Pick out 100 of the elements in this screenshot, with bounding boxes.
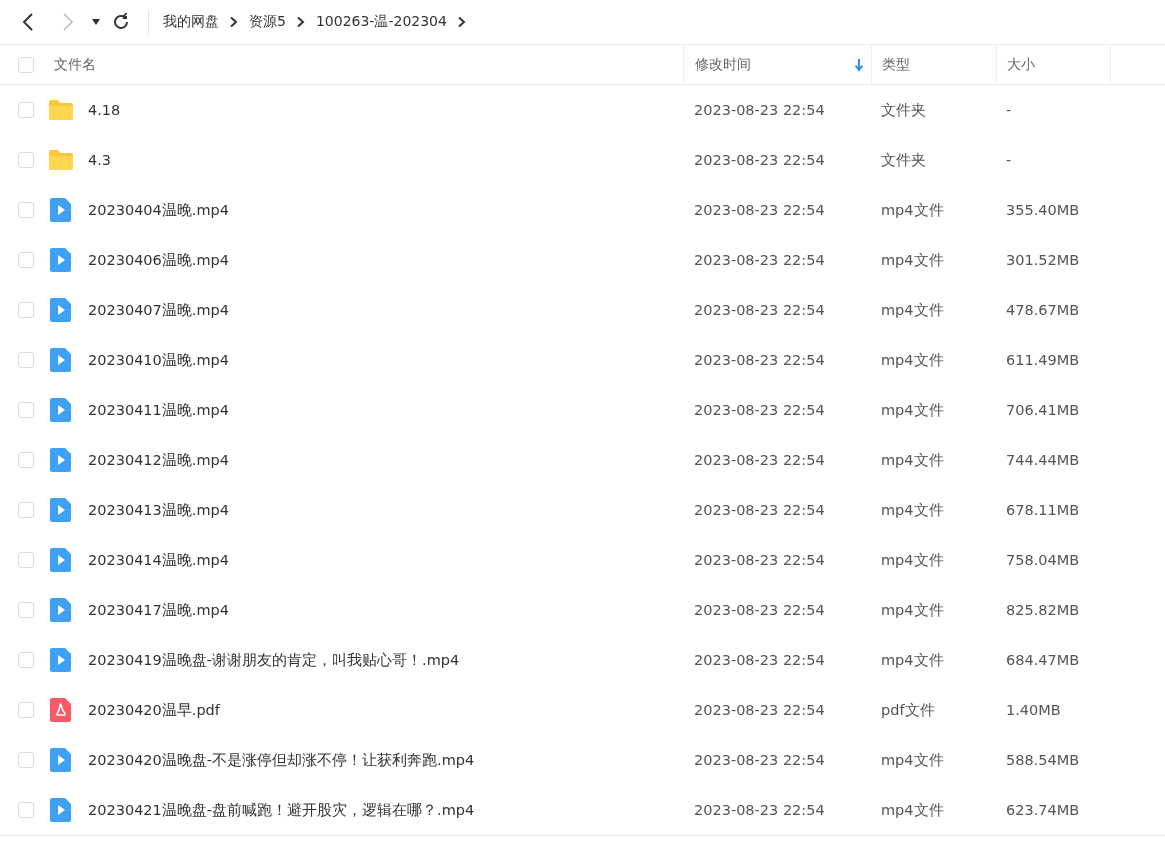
- modified-time: 2023-08-23 22:54: [694, 352, 825, 368]
- file-type: mp4文件: [881, 450, 944, 470]
- file-size: -: [1006, 152, 1012, 168]
- file-type: mp4文件: [881, 400, 944, 420]
- file-size: 678.11MB: [1006, 502, 1080, 518]
- file-type: mp4文件: [881, 650, 944, 670]
- file-name[interactable]: 4.3: [88, 152, 112, 168]
- caret-down-icon[interactable]: [91, 18, 101, 26]
- checkbox[interactable]: [18, 502, 34, 518]
- video-file-icon: [48, 447, 74, 473]
- file-name[interactable]: 20230419温晚盘-谢谢朋友的肯定，叫我贴心哥！.mp4: [88, 650, 460, 670]
- video-file-icon: [48, 197, 74, 223]
- sort-arrow-icon[interactable]: [854, 58, 864, 72]
- modified-time: 2023-08-23 22:54: [694, 452, 825, 468]
- video-file-icon: [48, 247, 74, 273]
- checkbox[interactable]: [18, 752, 34, 768]
- file-name[interactable]: 20230420温早.pdf: [88, 700, 220, 720]
- file-name[interactable]: 20230404温晚.mp4: [88, 200, 229, 220]
- file-name[interactable]: 20230420温晚盘-不是涨停但却涨不停！让获利奔跑.mp4: [88, 750, 475, 770]
- file-name[interactable]: 4.18: [88, 102, 121, 118]
- modified-time: 2023-08-23 22:54: [694, 752, 825, 768]
- checkbox[interactable]: [18, 202, 34, 218]
- chevron-right-icon: [229, 16, 239, 28]
- modified-time: 2023-08-23 22:54: [694, 152, 825, 168]
- modified-time: 2023-08-23 22:54: [694, 552, 825, 568]
- file-type: mp4文件: [881, 250, 944, 270]
- pdf-file-icon: [48, 697, 74, 723]
- file-name[interactable]: 20230411温晚.mp4: [88, 400, 229, 420]
- modified-time: 2023-08-23 22:54: [694, 252, 825, 268]
- file-type: mp4文件: [881, 300, 944, 320]
- file-name[interactable]: 20230406温晚.mp4: [88, 250, 229, 270]
- column-header[interactable]: 类型: [871, 46, 996, 84]
- column-header[interactable]: 大小: [996, 46, 1110, 84]
- video-file-icon: [48, 347, 74, 373]
- breadcrumb-link[interactable]: 100263-温-202304: [315, 13, 447, 31]
- file-type: mp4文件: [881, 200, 944, 220]
- column-header[interactable]: 文件名: [54, 46, 683, 84]
- folder-icon: [48, 147, 74, 173]
- checkbox[interactable]: [18, 352, 34, 368]
- checkbox[interactable]: [18, 402, 34, 418]
- chevron-right-icon: [456, 16, 467, 28]
- modified-time: 2023-08-23 22:54: [694, 702, 825, 718]
- file-name[interactable]: 20230412温晚.mp4: [88, 450, 229, 470]
- video-file-icon: [48, 647, 74, 673]
- checkbox[interactable]: [18, 252, 34, 268]
- checkbox[interactable]: [18, 57, 34, 73]
- file-type: mp4文件: [881, 350, 944, 370]
- chevron-right-icon: [295, 16, 306, 28]
- file-type: mp4文件: [881, 550, 944, 570]
- file-type: mp4文件: [881, 800, 944, 820]
- file-size: -: [1006, 102, 1012, 118]
- video-file-icon: [48, 397, 74, 423]
- breadcrumb-link[interactable]: 资源5: [249, 13, 286, 31]
- file-size: 588.54MB: [1006, 752, 1080, 768]
- video-file-icon: [48, 497, 74, 523]
- checkbox[interactable]: [18, 452, 34, 468]
- video-file-icon: [48, 597, 74, 623]
- file-size: 706.41MB: [1006, 402, 1080, 418]
- checkbox[interactable]: [18, 302, 34, 318]
- file-size: 355.40MB: [1006, 202, 1080, 218]
- file-type: mp4文件: [881, 600, 944, 620]
- file-name[interactable]: 20230421温晚盘-盘前喊跑！避开股灾，逻辑在哪？.mp4: [88, 800, 475, 820]
- checkbox[interactable]: [18, 602, 34, 618]
- video-file-icon: [48, 297, 74, 323]
- file-type: mp4文件: [881, 500, 944, 520]
- file-size: 611.49MB: [1006, 352, 1080, 368]
- file-type: 文件夹: [881, 100, 926, 120]
- file-size: 623.74MB: [1006, 802, 1080, 818]
- file-name[interactable]: 20230413温晚.mp4: [88, 500, 229, 520]
- folder-icon: [48, 97, 74, 123]
- modified-time: 2023-08-23 22:54: [694, 202, 825, 218]
- file-name[interactable]: 20230417温晚.mp4: [88, 600, 229, 620]
- file-name[interactable]: 20230407温晚.mp4: [88, 300, 229, 320]
- video-file-icon: [48, 797, 74, 823]
- checkbox[interactable]: [18, 552, 34, 568]
- column-header[interactable]: 修改时间: [683, 46, 871, 84]
- modified-time: 2023-08-23 22:54: [694, 802, 825, 818]
- file-size: 825.82MB: [1006, 602, 1080, 618]
- modified-time: 2023-08-23 22:54: [694, 102, 825, 118]
- checkbox[interactable]: [18, 702, 34, 718]
- modified-time: 2023-08-23 22:54: [694, 602, 825, 618]
- checkbox[interactable]: [18, 102, 34, 118]
- checkbox[interactable]: [18, 652, 34, 668]
- file-size: 744.44MB: [1006, 452, 1080, 468]
- file-size: 478.67MB: [1006, 302, 1080, 318]
- video-file-icon: [48, 747, 74, 773]
- file-type: 文件夹: [881, 150, 926, 170]
- file-size: 684.47MB: [1006, 652, 1080, 668]
- file-type: pdf文件: [881, 700, 935, 720]
- video-file-icon: [48, 547, 74, 573]
- breadcrumb-link[interactable]: 我的网盘: [163, 13, 219, 31]
- modified-time: 2023-08-23 22:54: [694, 302, 825, 318]
- modified-time: 2023-08-23 22:54: [694, 502, 825, 518]
- modified-time: 2023-08-23 22:54: [694, 652, 825, 668]
- checkbox[interactable]: [18, 802, 34, 818]
- checkbox[interactable]: [18, 152, 34, 168]
- file-size: 758.04MB: [1006, 552, 1080, 568]
- file-size: 1.40MB: [1006, 702, 1061, 718]
- file-name[interactable]: 20230410温晚.mp4: [88, 350, 229, 370]
- file-name[interactable]: 20230414温晚.mp4: [88, 550, 229, 570]
